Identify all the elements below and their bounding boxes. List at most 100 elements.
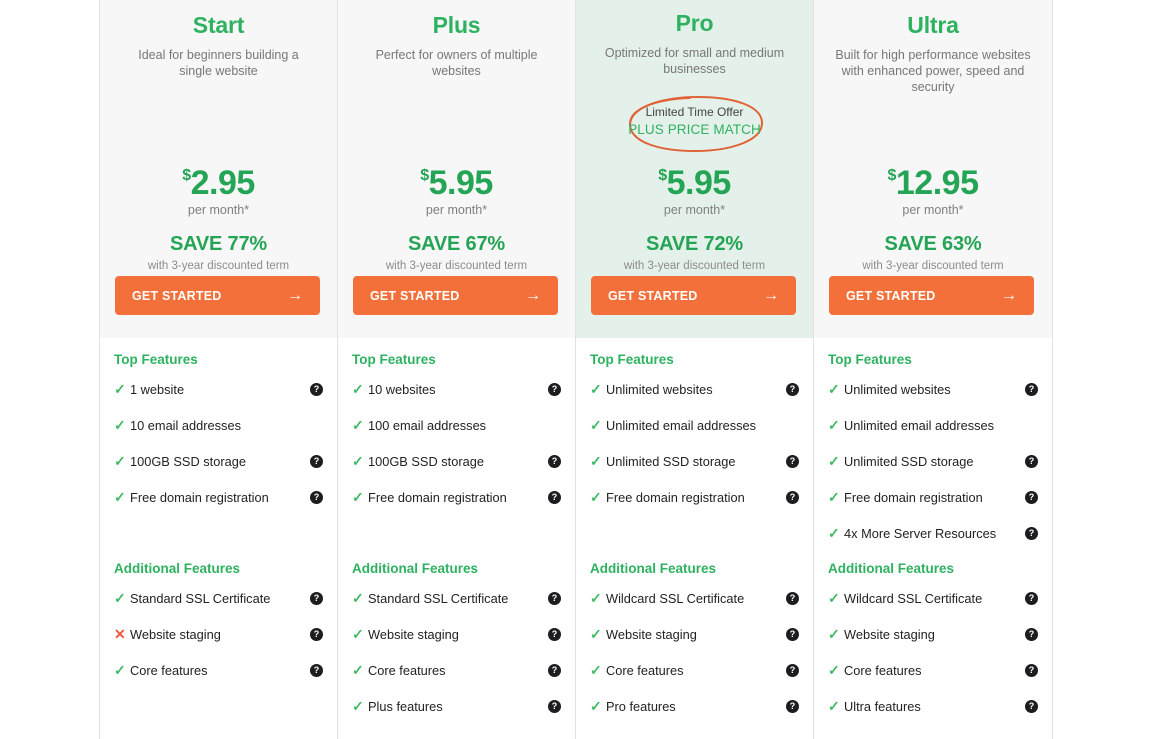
feature-row: ✓Website staging? [828,616,1038,652]
cross-icon: ✕ [114,627,130,641]
help-icon[interactable]: ? [786,455,799,468]
help-icon[interactable]: ? [548,628,561,641]
check-icon: ✓ [828,663,844,677]
feature-row: ✓Standard SSL Certificate? [114,580,323,616]
check-icon: ✓ [352,454,368,468]
plan-description: Built for high performance websites with… [829,47,1037,95]
feature-row: ✓Wildcard SSL Certificate? [590,580,799,616]
feature-label: 1 website [130,382,310,397]
savings-note-line-1: with 3-year discounted term [338,259,575,273]
help-icon[interactable]: ? [1025,527,1038,540]
help-icon[interactable]: ? [1025,491,1038,504]
price-period: per month* [338,203,575,217]
help-icon[interactable]: ? [1025,628,1038,641]
feature-label: Wildcard SSL Certificate [606,591,786,606]
top-features-list: ✓Unlimited websites?✓Unlimited email add… [828,371,1038,551]
plan-features: Top Features✓Unlimited websites?✓Unlimit… [576,338,813,739]
check-icon: ✓ [828,490,844,504]
help-icon[interactable]: ? [548,700,561,713]
savings-note-line-1: with 3-year discounted term [100,259,337,273]
check-icon: ✓ [352,699,368,713]
help-icon[interactable]: ? [548,383,561,396]
check-icon: ✓ [114,591,130,605]
check-icon: ✓ [828,591,844,605]
help-icon[interactable]: ? [310,491,323,504]
help-icon[interactable]: ? [786,592,799,605]
get-started-button[interactable]: GET STARTED → [829,276,1034,315]
plan-description: Optimized for small and medium businesse… [591,45,798,77]
check-icon: ✓ [590,627,606,641]
feature-label: Unlimited email addresses [606,418,786,433]
additional-features-list: ✓Standard SSL Certificate?✕Website stagi… [114,580,323,688]
plan-header: StartIdeal for beginners building a sing… [100,0,337,338]
get-started-button[interactable]: GET STARTED→ [115,276,320,315]
savings-note-line-1: with 3-year discounted term [814,259,1052,273]
offer-line-2: PLUS PRICE MATCH [610,121,780,139]
check-icon: ✓ [828,418,844,432]
check-icon: ✓ [114,663,130,677]
help-icon[interactable]: ? [310,628,323,641]
savings-label: SAVE 67% [338,233,575,256]
help-icon[interactable]: ? [786,664,799,677]
price: $2.95 [100,158,337,201]
feature-label: 100 email addresses [368,418,548,433]
help-icon[interactable]: ? [310,592,323,605]
check-icon: ✓ [590,699,606,713]
check-icon: ✓ [590,418,606,432]
arrow-right-icon: → [1001,288,1017,304]
help-icon[interactable]: ? [786,383,799,396]
feature-row: ✓4x More Server Resources? [828,515,1038,551]
price-block: $5.95per month*SAVE 72%with 3-year disco… [576,158,813,290]
feature-label: Unlimited websites [844,382,1025,397]
help-icon[interactable]: ? [1025,383,1038,396]
feature-row: ✓Unlimited SSD storage? [590,443,799,479]
savings-note-line-1: with 3-year discounted term [576,259,813,273]
feature-row: ✓Website staging? [590,616,799,652]
help-icon[interactable]: ? [310,455,323,468]
check-icon: ✓ [352,627,368,641]
get-started-button[interactable]: GET STARTED→ [591,276,796,315]
feature-label: Website staging [368,627,548,642]
help-icon[interactable]: ? [548,491,561,504]
feature-row: ✓Plus features? [352,688,561,724]
plan-header: UltraBuilt for high performance websites… [814,0,1052,338]
help-icon[interactable]: ? [310,383,323,396]
feature-label: 4x More Server Resources [844,526,1025,541]
price-period: per month* [814,203,1052,217]
feature-label: Wildcard SSL Certificate [844,591,1025,606]
top-features-title: Top Features [352,338,561,371]
check-icon: ✓ [352,490,368,504]
top-features-list: ✓10 websites?✓100 email addresses✓100GB … [352,371,561,515]
plan-description: Perfect for owners of multiple websites [353,47,560,79]
savings-label: SAVE 63% [814,233,1052,256]
help-icon[interactable]: ? [548,455,561,468]
offer-line-1: Limited Time Offer [610,104,780,120]
plan-features: Top Features✓10 websites?✓100 email addr… [338,338,575,739]
get-started-button[interactable]: GET STARTED→ [353,276,558,315]
price: $5.95 [576,158,813,201]
plan-column-start: StartIdeal for beginners building a sing… [100,0,338,739]
help-icon[interactable]: ? [548,592,561,605]
help-icon[interactable]: ? [786,628,799,641]
currency-symbol: $ [887,167,895,184]
feature-label: Website staging [606,627,786,642]
check-icon: ✓ [590,490,606,504]
feature-row: ✓Free domain registration? [352,479,561,515]
help-icon[interactable]: ? [548,664,561,677]
price-amount: 5.95 [429,164,493,202]
help-icon[interactable]: ? [1025,664,1038,677]
help-icon[interactable]: ? [786,700,799,713]
help-icon[interactable]: ? [310,664,323,677]
help-icon[interactable]: ? [1025,700,1038,713]
help-icon[interactable]: ? [1025,592,1038,605]
currency-symbol: $ [658,167,666,184]
feature-row: ✕Website staging? [114,616,323,652]
feature-label: Free domain registration [130,490,310,505]
help-icon[interactable]: ? [786,491,799,504]
pricing-table: StartIdeal for beginners building a sing… [99,0,1053,739]
feature-label: Standard SSL Certificate [368,591,548,606]
feature-label: Standard SSL Certificate [130,591,310,606]
help-icon[interactable]: ? [1025,455,1038,468]
get-started-label: GET STARTED [846,289,935,303]
get-started-label: GET STARTED [608,289,697,303]
